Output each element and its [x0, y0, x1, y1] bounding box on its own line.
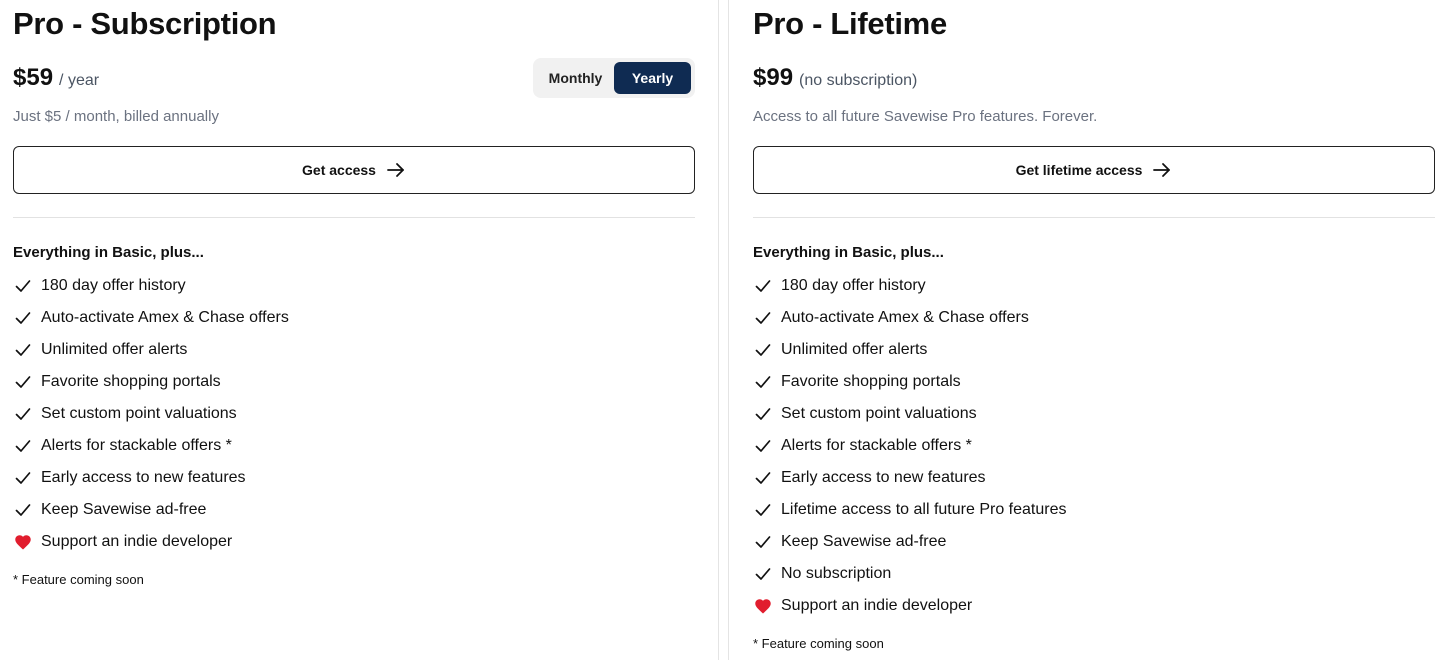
- feature-item: Keep Savewise ad-free: [13, 494, 289, 526]
- feature-text: Alerts for stackable offers *: [781, 437, 972, 454]
- feature-item: Favorite shopping portals: [13, 366, 289, 398]
- subscription-price-row: $59 / year: [13, 64, 99, 92]
- feature-item: Alerts for stackable offers *: [753, 430, 1066, 462]
- check-icon: [753, 500, 773, 520]
- lifetime-price-row: $99 (no subscription): [753, 64, 917, 92]
- feature-item: Auto-activate Amex & Chase offers: [753, 302, 1066, 334]
- feature-text: Auto-activate Amex & Chase offers: [781, 309, 1029, 326]
- section-divider: [753, 217, 1435, 218]
- lifetime-feature-list: 180 day offer history Auto-activate Amex …: [753, 270, 1066, 622]
- lifetime-features-heading: Everything in Basic, plus...: [753, 244, 944, 261]
- check-icon: [753, 468, 773, 488]
- feature-text: Early access to new features: [781, 469, 986, 486]
- check-icon: [753, 564, 773, 584]
- feature-item: 180 day offer history: [13, 270, 289, 302]
- feature-text: Set custom point valuations: [781, 405, 977, 422]
- check-icon: [13, 276, 33, 296]
- get-access-button[interactable]: Get access: [13, 146, 695, 194]
- feature-text: Favorite shopping portals: [41, 373, 221, 390]
- get-lifetime-access-button[interactable]: Get lifetime access: [753, 146, 1435, 194]
- feature-item: Favorite shopping portals: [753, 366, 1066, 398]
- check-icon: [13, 436, 33, 456]
- feature-text: Unlimited offer alerts: [781, 341, 928, 358]
- feature-item: Support an indie developer: [13, 526, 289, 558]
- feature-text: Keep Savewise ad-free: [41, 501, 207, 518]
- feature-item: Unlimited offer alerts: [13, 334, 289, 366]
- feature-text: Alerts for stackable offers *: [41, 437, 232, 454]
- subscription-title: Pro - Subscription: [13, 6, 277, 41]
- check-icon: [13, 468, 33, 488]
- check-icon: [753, 436, 773, 456]
- lifetime-footnote: * Feature coming soon: [753, 636, 884, 651]
- subscription-period: / year: [59, 72, 100, 89]
- pro-lifetime-card: Pro - Lifetime $99 (no subscription) Acc…: [753, 0, 1435, 660]
- feature-item: Early access to new features: [753, 462, 1066, 494]
- subscription-price: $59: [13, 64, 54, 91]
- monthly-toggle-button[interactable]: Monthly: [537, 62, 614, 94]
- get-lifetime-access-label: Get lifetime access: [1015, 162, 1143, 178]
- feature-text: 180 day offer history: [41, 277, 186, 294]
- feature-text: Favorite shopping portals: [781, 373, 961, 390]
- feature-text: Unlimited offer alerts: [41, 341, 188, 358]
- feature-text: Auto-activate Amex & Chase offers: [41, 309, 289, 326]
- feature-item: Alerts for stackable offers *: [13, 430, 289, 462]
- lifetime-period: (no subscription): [799, 72, 918, 89]
- feature-item: Early access to new features: [13, 462, 289, 494]
- feature-item: Support an indie developer: [753, 590, 1066, 622]
- lifetime-price: $99: [753, 64, 794, 91]
- subscription-footnote: * Feature coming soon: [13, 572, 144, 587]
- arrow-right-icon: [1152, 162, 1172, 178]
- feature-item: 180 day offer history: [753, 270, 1066, 302]
- feature-text: Support an indie developer: [781, 597, 973, 614]
- feature-text: Early access to new features: [41, 469, 246, 486]
- feature-text: Support an indie developer: [41, 533, 233, 550]
- feature-item: Keep Savewise ad-free: [753, 526, 1066, 558]
- feature-text: No subscription: [781, 565, 892, 582]
- feature-item: No subscription: [753, 558, 1066, 590]
- check-icon: [753, 276, 773, 296]
- check-icon: [13, 308, 33, 328]
- feature-text: Keep Savewise ad-free: [781, 533, 947, 550]
- pro-subscription-card: Pro - Subscription $59 / year Monthly Ye…: [13, 0, 695, 660]
- feature-item: Set custom point valuations: [753, 398, 1066, 430]
- section-divider: [13, 217, 695, 218]
- arrow-right-icon: [386, 162, 406, 178]
- feature-text: Lifetime access to all future Pro featur…: [781, 501, 1067, 518]
- check-icon: [753, 308, 773, 328]
- pricing-page: Pro - Subscription $59 / year Monthly Ye…: [0, 0, 1449, 660]
- check-icon: [753, 372, 773, 392]
- column-divider: [718, 0, 719, 660]
- yearly-toggle-button[interactable]: Yearly: [614, 62, 691, 94]
- column-divider: [728, 0, 729, 660]
- billing-period-toggle: Monthly Yearly: [533, 58, 695, 98]
- heart-icon: [753, 596, 773, 616]
- lifetime-title: Pro - Lifetime: [753, 6, 947, 41]
- check-icon: [753, 340, 773, 360]
- check-icon: [13, 404, 33, 424]
- lifetime-tagline: Access to all future Savewise Pro featur…: [753, 108, 1098, 125]
- check-icon: [753, 532, 773, 552]
- subscription-tagline: Just $5 / month, billed annually: [13, 108, 219, 125]
- feature-item: Unlimited offer alerts: [753, 334, 1066, 366]
- feature-item: Set custom point valuations: [13, 398, 289, 430]
- subscription-feature-list: 180 day offer history Auto-activate Amex …: [13, 270, 289, 558]
- subscription-features-heading: Everything in Basic, plus...: [13, 244, 204, 261]
- check-icon: [13, 372, 33, 392]
- check-icon: [13, 340, 33, 360]
- feature-item: Lifetime access to all future Pro featur…: [753, 494, 1066, 526]
- feature-text: Set custom point valuations: [41, 405, 237, 422]
- heart-icon: [13, 532, 33, 552]
- get-access-label: Get access: [302, 162, 376, 178]
- feature-text: 180 day offer history: [781, 277, 926, 294]
- check-icon: [13, 500, 33, 520]
- check-icon: [753, 404, 773, 424]
- feature-item: Auto-activate Amex & Chase offers: [13, 302, 289, 334]
